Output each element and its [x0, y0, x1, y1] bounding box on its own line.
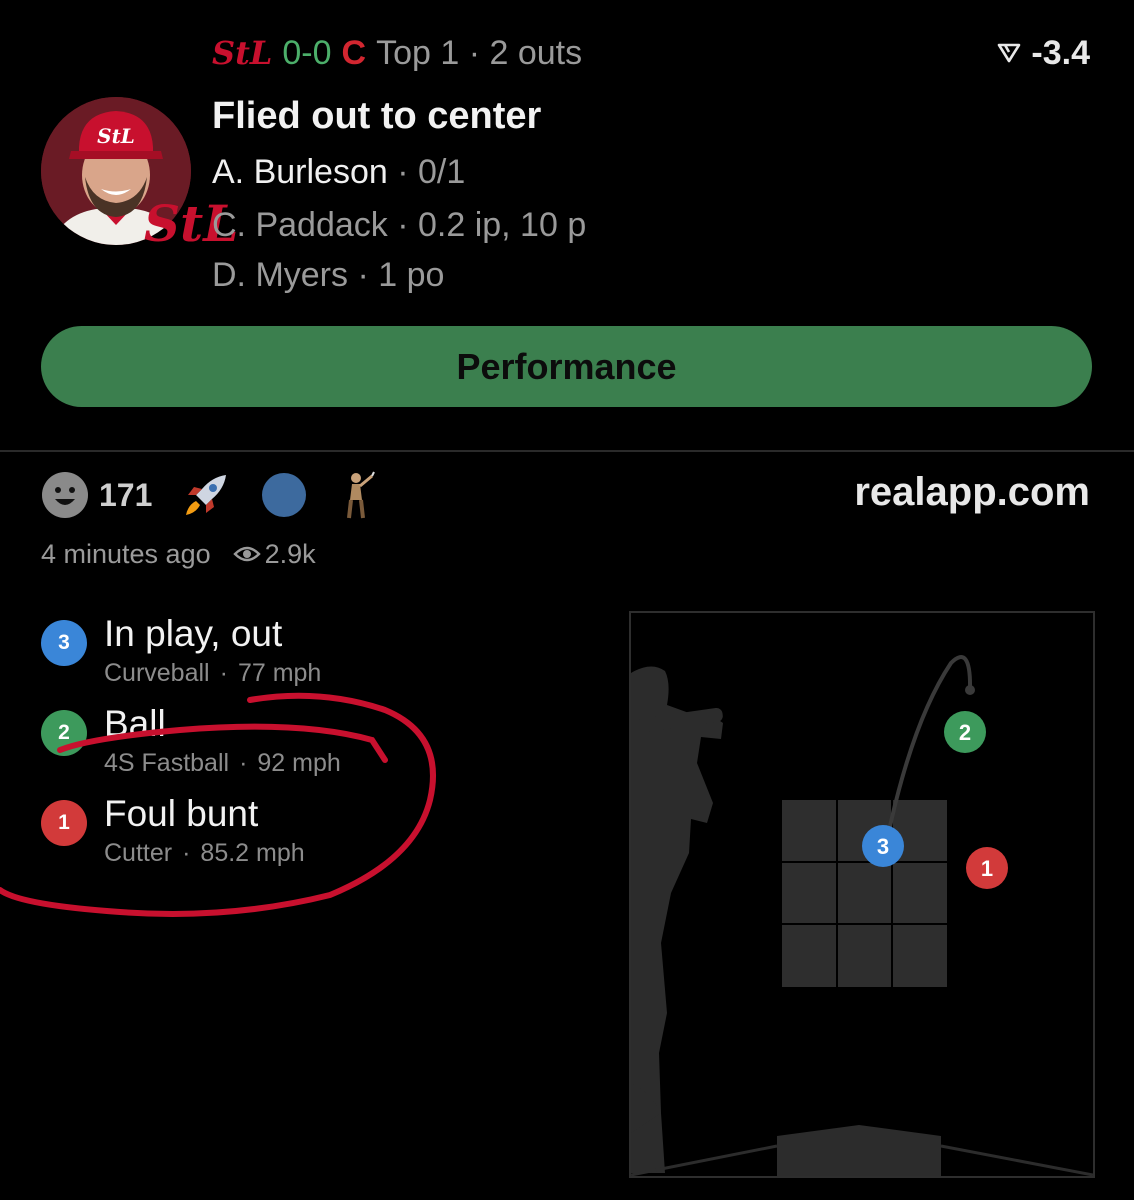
- svg-text:1: 1: [981, 856, 993, 881]
- pitch-result: Ball: [104, 703, 166, 744]
- pitch-number-badge: 3: [41, 620, 87, 666]
- source-link[interactable]: realapp.com: [854, 470, 1090, 515]
- pitch-speed: 85.2 mph: [200, 839, 305, 867]
- pitch-number-badge: 1: [41, 800, 87, 846]
- win-probability-icon: [998, 43, 1021, 63]
- view-count: 2.9k: [264, 538, 316, 569]
- fielder-name[interactable]: D. Myers: [212, 256, 348, 294]
- pitch-detail: 4S Fastball · 92 mph: [104, 749, 341, 777]
- home-plate: [777, 1125, 941, 1176]
- pitch-speed: 92 mph: [257, 749, 341, 777]
- pitch-detail: Cutter · 85.2 mph: [104, 839, 305, 867]
- pitch-detail: Curveball · 77 mph: [104, 659, 322, 687]
- pitch-item[interactable]: 2 Ball 4S Fastball · 92 mph: [41, 703, 461, 783]
- pitch-result: In play, out: [104, 613, 283, 654]
- fielder-stats: · 1 po: [357, 256, 445, 294]
- post-meta: 4 minutes ago 2.9k: [41, 534, 316, 574]
- batter-stats: · 0/1: [397, 153, 466, 191]
- pitch-marker-3: 3: [862, 825, 904, 867]
- section-divider: [0, 450, 1134, 452]
- pitch-item[interactable]: 3 In play, out Curveball · 77 mph: [41, 613, 461, 693]
- golfer-icon[interactable]: [338, 470, 378, 520]
- performance-button[interactable]: Performance: [41, 326, 1092, 407]
- batter-line: A. Burleson · 0/1: [212, 153, 465, 192]
- reaction-count: 171: [99, 476, 153, 513]
- views: 2.9k: [232, 538, 316, 570]
- reactions-bar: 171: [41, 470, 378, 520]
- reds-logo: C: [341, 33, 367, 72]
- svg-text:StL: StL: [97, 124, 135, 148]
- strike-zone-graphic: 2 3 1: [631, 655, 1093, 1176]
- score-line: StL 0-0 C Top 1 · 2 outs: [212, 30, 582, 76]
- pitch-type: Cutter: [104, 839, 173, 867]
- smiley-icon[interactable]: [41, 471, 89, 519]
- play-title: Flied out to center: [212, 95, 542, 137]
- pitcher-name[interactable]: C. Paddack: [212, 206, 388, 244]
- strike-zone-grid: [782, 800, 947, 987]
- batter-name[interactable]: A. Burleson: [212, 153, 388, 191]
- pitch-item[interactable]: 1 Foul bunt Cutter · 85.2 mph: [41, 793, 461, 873]
- pitch-type: 4S Fastball: [104, 749, 230, 777]
- win-probability-change: -3.4: [997, 30, 1090, 76]
- time-ago: 4 minutes ago: [41, 538, 211, 569]
- strike-zone-panel: 2 3 1: [629, 611, 1095, 1178]
- pitch-marker-1: 1: [966, 847, 1008, 889]
- pitch-marker-2: 2: [944, 711, 986, 753]
- svg-text:3: 3: [877, 834, 889, 859]
- pitch-speed: 77 mph: [237, 659, 322, 687]
- fielder-line: D. Myers · 1 po: [212, 256, 444, 295]
- team-badge-icon: StL: [144, 194, 239, 253]
- pitcher-stats: · 0.2 ip, 10 p: [397, 206, 587, 244]
- cardinals-logo: StL: [212, 34, 273, 72]
- pitch-type: Curveball: [104, 659, 210, 687]
- inning-status: Top 1 · 2 outs: [376, 33, 583, 72]
- pitch-result: Foul bunt: [104, 793, 259, 834]
- win-probability-value: -3.4: [1031, 33, 1090, 72]
- eye-icon: [232, 546, 261, 562]
- pitcher-line: C. Paddack · 0.2 ip, 10 p: [212, 206, 586, 245]
- blue-circle-icon[interactable]: [260, 471, 308, 519]
- pitch-number-badge: 2: [41, 710, 87, 756]
- svg-text:2: 2: [959, 720, 971, 745]
- game-score: 0-0: [282, 33, 332, 72]
- rocket-icon[interactable]: [182, 471, 230, 519]
